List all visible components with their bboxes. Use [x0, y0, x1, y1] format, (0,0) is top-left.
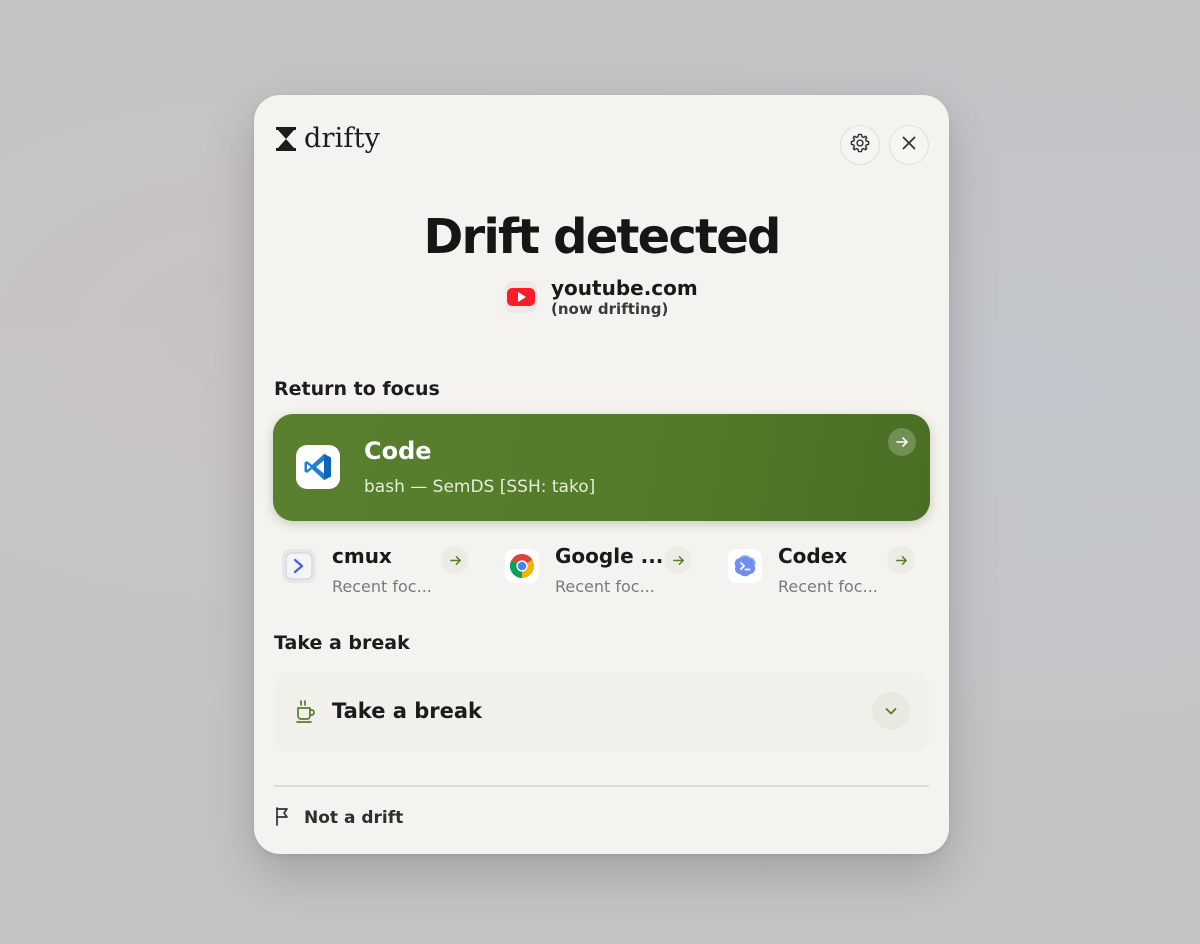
recent-app-chrome-button[interactable]: Google ... Recent foc... [500, 535, 700, 601]
arrow-right-icon [888, 428, 916, 456]
arrow-right-icon [441, 546, 469, 574]
divider [274, 785, 929, 787]
recent-app-subtitle: Recent foc... [332, 577, 432, 596]
site-name: youtube.com [551, 276, 698, 300]
drift-site: youtube.com (now drifting) [505, 276, 698, 318]
recent-app-subtitle: Recent foc... [778, 577, 878, 596]
take-a-break-label: Take a break [274, 632, 410, 654]
chevron-down-icon[interactable] [872, 692, 910, 730]
app-name: drifty [304, 123, 381, 154]
codex-icon [728, 549, 762, 583]
drift-panel: drifty Drift detected youtube.com (now d… [254, 95, 949, 854]
flag-icon [274, 806, 290, 831]
recent-app-name: Codex [778, 544, 848, 568]
recent-app-name: Google ... [555, 544, 664, 568]
arrow-right-icon [664, 546, 692, 574]
vscode-icon [296, 445, 340, 489]
hourglass-icon [276, 127, 296, 151]
focus-app-code-button[interactable]: Code bash — SemDS [SSH: tako] [273, 414, 930, 521]
terminal-icon [282, 549, 316, 583]
take-a-break-dropdown[interactable]: Take a break [275, 672, 928, 750]
arrow-right-icon [887, 546, 915, 574]
focus-app-subtitle: bash — SemDS [SSH: tako] [364, 477, 596, 497]
app-logo: drifty [276, 121, 380, 157]
recent-app-cmux-button[interactable]: cmux Recent foc... [277, 535, 477, 601]
recent-app-subtitle: Recent foc... [555, 577, 655, 596]
not-a-drift-label: Not a drift [304, 808, 404, 828]
chrome-icon [505, 549, 539, 583]
gear-icon [849, 132, 871, 159]
recent-app-name: cmux [332, 544, 392, 568]
settings-button[interactable] [840, 125, 880, 165]
close-button[interactable] [889, 125, 929, 165]
alert-title: Drift detected [423, 209, 781, 265]
coffee-cup-icon [295, 699, 317, 728]
not-a-drift-button[interactable]: Not a drift [274, 805, 403, 831]
return-to-focus-label: Return to focus [274, 378, 440, 400]
youtube-icon [505, 281, 537, 313]
focus-app-name: Code [364, 437, 432, 465]
recent-app-codex-button[interactable]: Codex Recent foc... [723, 535, 923, 601]
close-icon [901, 135, 917, 156]
site-status: (now drifting) [551, 300, 669, 318]
take-a-break-option: Take a break [332, 699, 482, 723]
